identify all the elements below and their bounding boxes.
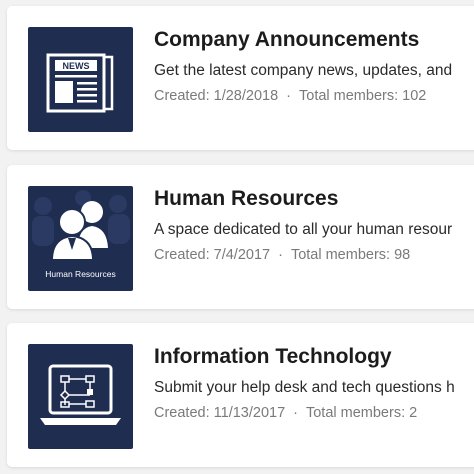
group-description: Submit your help desk and tech questions…: [154, 379, 455, 396]
group-description: A space dedicated to all your human reso…: [154, 221, 453, 238]
group-list: NEWS Company Announcements Get the lates…: [0, 0, 474, 474]
group-title[interactable]: Information Technology: [154, 345, 392, 369]
meta-separator: ·: [278, 247, 283, 263]
news-label: NEWS: [63, 61, 90, 71]
group-card-human-resources[interactable]: Human Resources Human Resources A space …: [7, 165, 474, 309]
member-count: Total members: 98: [290, 247, 411, 263]
created-date: Created: 11/13/2017: [154, 405, 286, 421]
created-date: Created: 1/28/2018: [154, 88, 279, 104]
group-card-information-technology[interactable]: Information Technology Submit your help …: [7, 323, 474, 467]
newspaper-icon: NEWS: [28, 27, 133, 132]
meta-separator: ·: [286, 88, 291, 104]
member-count: Total members: 2: [305, 405, 418, 421]
thumbnail-caption: Human Resources: [45, 269, 116, 279]
people-icon: Human Resources: [28, 186, 133, 291]
group-description: Get the latest company news, updates, an…: [154, 62, 453, 79]
created-date: Created: 7/4/2017: [154, 247, 271, 263]
meta-separator: ·: [293, 405, 298, 421]
member-count: Total members: 102: [299, 88, 427, 104]
group-meta: Created: 1/28/2018 · Total members: 102: [154, 88, 426, 104]
laptop-flowchart-icon: [28, 344, 133, 449]
group-meta: Created: 7/4/2017 · Total members: 98: [154, 247, 410, 263]
group-card-company-announcements[interactable]: NEWS Company Announcements Get the lates…: [7, 6, 474, 150]
group-title[interactable]: Company Announcements: [154, 28, 419, 52]
group-title[interactable]: Human Resources: [154, 187, 338, 211]
group-meta: Created: 11/13/2017 · Total members: 2: [154, 405, 417, 421]
